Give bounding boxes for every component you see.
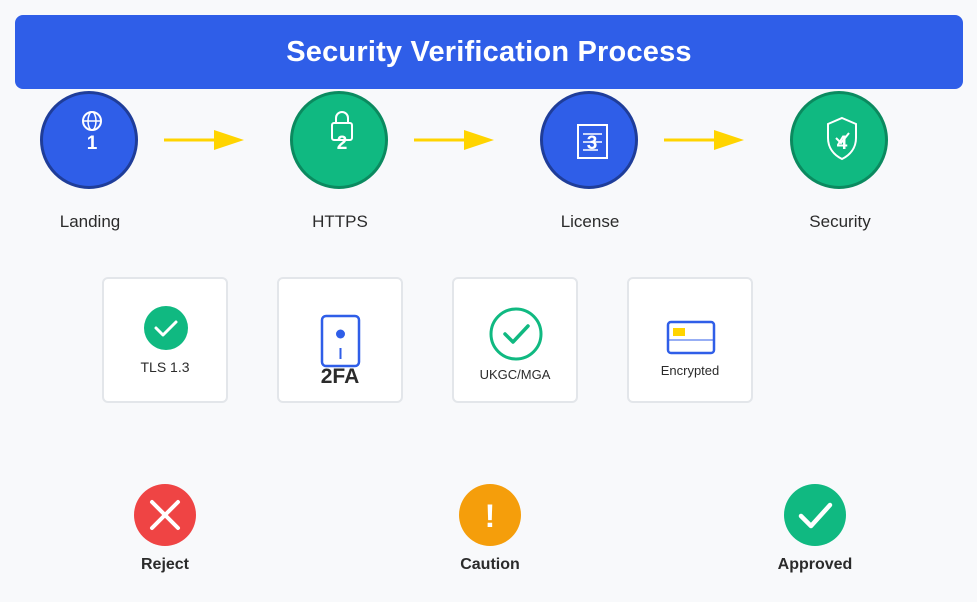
decision-label-approved: Approved [777,556,853,573]
step-number: 1 [86,133,98,154]
step-number: 3 [586,133,598,154]
approved-badge [784,484,846,546]
card-tls: TLS 1.3 [102,277,228,403]
card-label: TLS 1.3 [140,359,190,375]
arrow-right-icon [164,130,244,150]
check-icon [798,502,833,529]
check-circle-icon [144,306,188,350]
arrow-right-icon [664,130,744,150]
card-label: UKGC/MGA [479,367,551,382]
card-label: 2FA [320,365,360,388]
decision-label-caution: Caution [460,556,520,573]
step-landing: 1 [40,91,138,189]
caution-symbol: ! [485,498,496,534]
step-https: 2 [290,91,388,189]
decision-label-reject: Reject [140,556,190,573]
step-label-landing: Landing [59,212,121,231]
reject-badge [134,484,196,546]
check-ring-icon [489,307,543,361]
step-number: 2 [336,133,348,154]
caution-badge: ! [459,484,521,546]
step-license: 3 [540,91,638,189]
exclamation-icon: ! [485,498,496,534]
step-label-security: Security [809,212,871,231]
credit-card-icon [666,320,716,355]
step-security: 4 [790,91,888,189]
page-title: Security Verification Process [286,35,692,68]
step-number: 4 [836,133,848,154]
step-label-license: License [560,212,620,231]
card-2fa: 2FA [277,277,403,403]
title-banner: Security Verification Process [15,15,963,89]
step-label-https: HTTPS [312,212,368,231]
card-license: UKGC/MGA [452,277,578,403]
card-label: Encrypted [660,363,720,378]
arrow-right-icon [414,130,494,150]
close-icon [150,500,180,530]
card-encrypted: Encrypted [627,277,753,403]
